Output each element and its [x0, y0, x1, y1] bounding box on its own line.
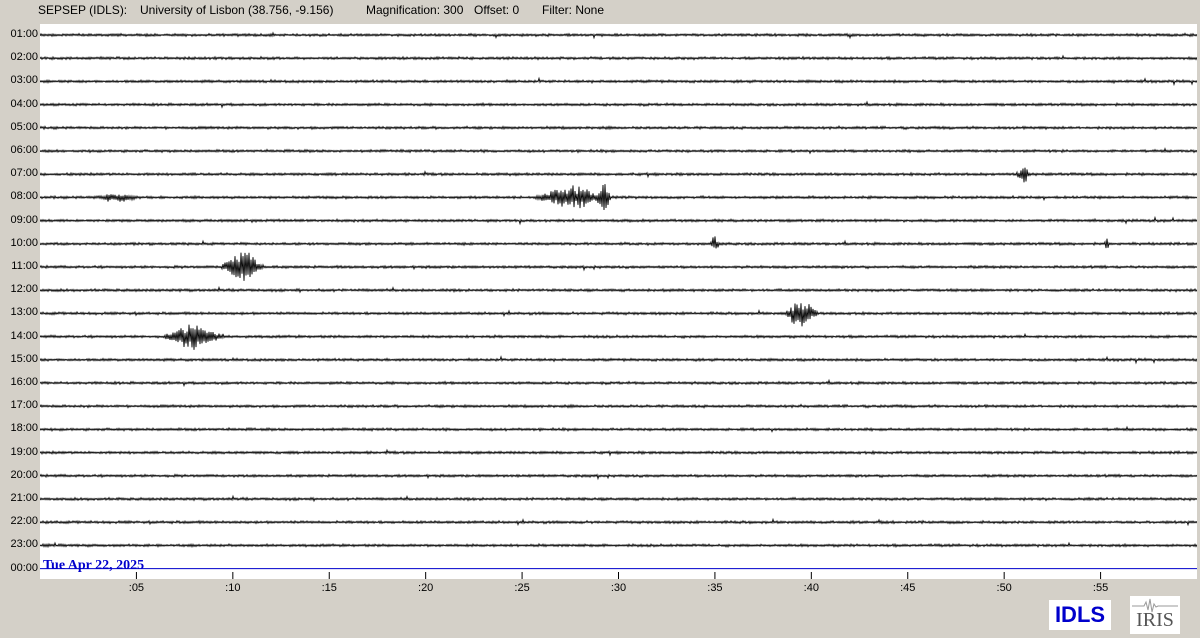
minute-tick-label: :30: [610, 582, 627, 594]
seismic-trace: [40, 448, 1197, 457]
hour-label: 11:00: [11, 260, 38, 272]
hour-label: 20:00: [10, 468, 38, 481]
station-location: University of Lisbon (38.756, -9.156): [140, 3, 334, 17]
hour-label: 07:00: [10, 167, 38, 180]
seismic-trace: [40, 324, 1197, 350]
hour-label: 17:00: [10, 399, 38, 412]
seismogram-svg: [40, 31, 1197, 579]
hour-label: 03:00: [10, 74, 38, 87]
hour-label: 06:00: [10, 144, 38, 156]
seismic-trace: [40, 541, 1197, 549]
seismic-trace: [40, 494, 1197, 503]
seismic-trace: [40, 31, 1197, 40]
minute-tick-label: :40: [803, 582, 819, 594]
minute-tick-label: :50: [996, 582, 1012, 594]
seismic-trace: [40, 473, 1197, 481]
minute-tick-label: :10: [225, 582, 241, 594]
offset-readout: Offset: 0: [474, 3, 520, 17]
hour-label: 22:00: [10, 515, 38, 528]
seismic-trace: [40, 124, 1197, 131]
filter-readout: Filter: None: [542, 3, 605, 17]
hour-label: 05:00: [10, 120, 38, 133]
hour-label: 04:00: [10, 97, 38, 110]
hour-label: 12:00: [10, 283, 38, 296]
hour-label: 00:00: [10, 561, 38, 574]
minute-tick-label: :15: [321, 582, 337, 594]
seismic-trace: [40, 76, 1197, 87]
date-label: Tue Apr 22, 2025: [43, 558, 145, 573]
minute-tick-label: :20: [418, 582, 434, 594]
hour-label: 16:00: [10, 376, 38, 388]
seismic-trace: [40, 167, 1197, 183]
iris-logo: IRIS: [1130, 596, 1180, 634]
hour-label: 02:00: [10, 51, 38, 64]
station-name: SEPSEP (IDLS):: [38, 3, 128, 17]
hour-label: 10:00: [10, 236, 38, 249]
seismic-trace: [40, 403, 1197, 409]
hour-label: 21:00: [10, 492, 38, 504]
seismic-trace: [40, 147, 1197, 155]
minute-tick-label: :45: [900, 582, 916, 594]
seismic-trace: [40, 425, 1197, 433]
seismic-trace: [40, 378, 1197, 388]
hour-label: 18:00: [10, 422, 38, 435]
iris-logo-text: IRIS: [1136, 609, 1174, 631]
seismic-trace: [40, 100, 1197, 109]
hour-label: 13:00: [10, 306, 38, 319]
seismic-trace: [40, 252, 1197, 281]
hour-label: 01:00: [10, 28, 38, 40]
hour-label: 08:00: [10, 190, 38, 203]
hour-label: 09:00: [10, 213, 38, 226]
seismic-trace: [40, 355, 1197, 365]
seismic-trace: [40, 215, 1197, 226]
hour-label: 14:00: [10, 329, 38, 342]
seismic-trace: [40, 184, 1197, 211]
seismic-trace: [40, 236, 1197, 249]
seismic-trace: [40, 285, 1197, 294]
station-logo: IDLS: [1049, 600, 1111, 630]
hour-label: 23:00: [10, 538, 38, 551]
minute-tick-label: :05: [128, 582, 145, 594]
helicorder-plot: [40, 24, 1197, 579]
minute-tick-label: :55: [1092, 582, 1109, 594]
minute-tick-label: :35: [707, 582, 723, 594]
header-bar: SEPSEP (IDLS): University of Lisbon (38.…: [0, 0, 1200, 22]
hour-label: 19:00: [10, 445, 38, 458]
seismic-trace: [40, 54, 1197, 61]
magnification-readout: Magnification: 300: [366, 3, 464, 17]
seismic-trace: [40, 517, 1197, 527]
minute-tick-label: :25: [514, 582, 530, 594]
seismic-trace: [40, 303, 1197, 327]
hour-label: 15:00: [10, 352, 38, 365]
